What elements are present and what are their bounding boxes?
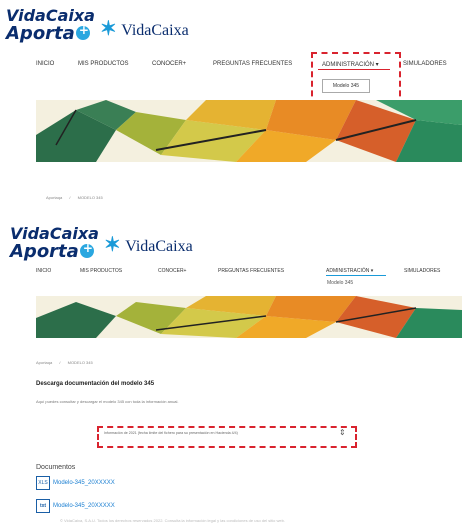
- aporta-logo-bottom[interactable]: VidaCaixa Aporta: [10, 226, 99, 261]
- chevron-updown-icon[interactable]: ⇕: [339, 428, 346, 437]
- nav-preguntas-frecuentes[interactable]: PREGUNTAS FRECUENTES: [218, 268, 284, 274]
- year-select[interactable]: Información de 2021 (fecha límite del fi…: [104, 431, 336, 435]
- nav-mis-productos[interactable]: MIS PRODUCTOS: [80, 268, 122, 274]
- document-link-2[interactable]: Modelo-345_20XXXXX: [53, 503, 115, 509]
- menu-underline: [326, 275, 386, 276]
- umbrella-banner-top: [36, 100, 462, 162]
- logo-line1: VidaCaixa: [10, 224, 99, 243]
- plus-circle-icon: [79, 242, 94, 258]
- select-highlight: [97, 426, 357, 448]
- brand-text: VidaCaixa: [121, 22, 189, 39]
- star-icon: ✶: [104, 234, 121, 256]
- nav-conocer[interactable]: CONOCER+: [152, 61, 186, 67]
- intro-text: Aquí puedes consultar y descargar el mod…: [36, 399, 179, 404]
- logo-line2: Aporta: [6, 23, 75, 44]
- breadcrumb-bottom: Aportaqa / MODELO 345: [36, 360, 93, 365]
- nav-simuladores[interactable]: SIMULADORES: [403, 61, 447, 67]
- txt-file-icon: txt: [36, 499, 50, 513]
- nav-inicio[interactable]: INICIO: [36, 61, 54, 67]
- plus-circle-icon: [75, 24, 90, 40]
- logo-line2: Aporta: [10, 241, 79, 262]
- footer-legal: © VidaCaixa, S.A.U. Todos los derechos r…: [60, 518, 285, 523]
- dropdown-modelo-345[interactable]: Modelo 345: [322, 79, 370, 93]
- nav-mis-productos[interactable]: MIS PRODUCTOS: [78, 61, 129, 67]
- banner-image: [36, 100, 462, 162]
- breadcrumb-top: Aportaqa / MODELO 345: [46, 195, 103, 200]
- xls-file-icon: XLS: [36, 476, 50, 490]
- menu-underline: [318, 69, 390, 70]
- nav-inicio[interactable]: INICIO: [36, 268, 51, 274]
- banner-image: [36, 296, 462, 338]
- umbrella-banner-bottom: [36, 296, 462, 338]
- documents-title: Documentos: [36, 464, 76, 471]
- breadcrumb-home[interactable]: Aportaqa: [46, 195, 62, 200]
- breadcrumb-home[interactable]: Aportaqa: [36, 360, 52, 365]
- vidacaixa-logo-top[interactable]: ✶ VidaCaixa: [100, 16, 189, 41]
- breadcrumb-current: MODELO 345: [67, 360, 93, 365]
- breadcrumb-current: MODELO 345: [77, 195, 103, 200]
- aporta-logo-top[interactable]: VidaCaixa Aporta: [6, 8, 95, 43]
- nav-preguntas-frecuentes[interactable]: PREGUNTAS FRECUENTES: [213, 61, 292, 67]
- star-icon: ✶: [100, 18, 117, 40]
- page-heading: Descarga documentación del modelo 345: [36, 381, 155, 387]
- document-link-1[interactable]: Modelo-345_20XXXXX: [53, 480, 115, 486]
- logo-line1: VidaCaixa: [6, 6, 95, 25]
- submenu-modelo-345[interactable]: Modelo 345: [327, 280, 353, 286]
- nav-administracion[interactable]: ADMINISTRACIÓN ▾: [326, 268, 373, 274]
- nav-administracion[interactable]: ADMINISTRACIÓN ▾: [322, 61, 379, 68]
- brand-text: VidaCaixa: [125, 238, 193, 255]
- nav-conocer[interactable]: CONOCER+: [158, 268, 186, 274]
- vidacaixa-logo-bottom[interactable]: ✶ VidaCaixa: [104, 232, 193, 257]
- nav-simuladores[interactable]: SIMULADORES: [404, 268, 440, 274]
